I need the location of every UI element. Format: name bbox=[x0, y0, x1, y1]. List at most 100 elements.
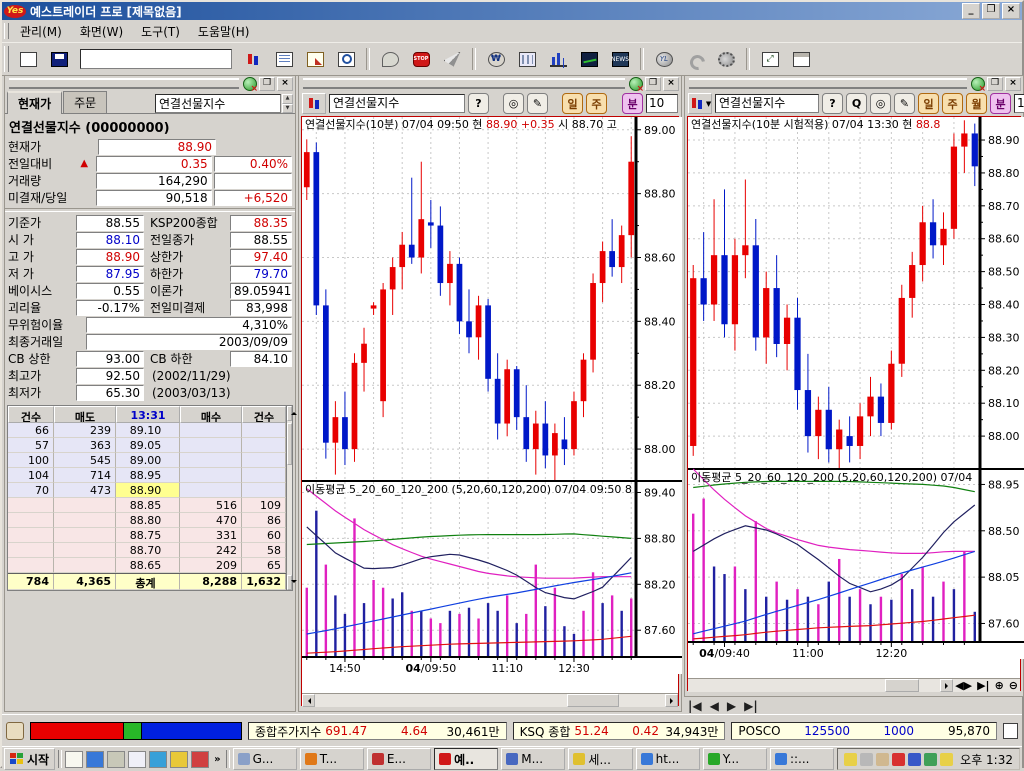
menu-item-1[interactable]: 화면(W) bbox=[72, 21, 131, 42]
scroll-thumb[interactable] bbox=[567, 694, 619, 707]
crosshair-button[interactable]: ◎ bbox=[870, 93, 891, 114]
help-button[interactable]: ? bbox=[468, 93, 489, 114]
task-button-0[interactable]: G... bbox=[233, 748, 297, 770]
new-file-button[interactable] bbox=[14, 46, 42, 72]
messenger-ghost-icon[interactable] bbox=[128, 751, 146, 768]
send-plane-button[interactable] bbox=[438, 46, 466, 72]
link-ball-icon[interactable] bbox=[971, 77, 985, 91]
stop-button[interactable]: STOP bbox=[407, 46, 435, 72]
line-chart-button[interactable] bbox=[575, 46, 603, 72]
orderbook-sell-row[interactable]: 7047388.90 bbox=[8, 483, 286, 498]
task-button-3[interactable]: 예.. bbox=[434, 748, 498, 770]
page-nav-arrows[interactable]: |◀ ◀ ▶ ▶| bbox=[688, 699, 758, 713]
zoom-in-icon[interactable]: ⊕ bbox=[995, 679, 1004, 692]
monthly-button[interactable]: 월 bbox=[966, 93, 987, 114]
task-button-1[interactable]: T... bbox=[300, 748, 364, 770]
task-button-5[interactable]: 세... bbox=[568, 748, 632, 770]
zoom-out-icon[interactable]: ⊖ bbox=[1009, 679, 1018, 692]
wrench-button[interactable] bbox=[681, 46, 709, 72]
chart1-symbol-input[interactable]: 연결선물지수 bbox=[329, 94, 465, 113]
chat-button[interactable] bbox=[376, 46, 404, 72]
chart1-hscrollbar[interactable] bbox=[302, 693, 678, 707]
scroll-up-icon[interactable] bbox=[287, 406, 292, 421]
orderbook-sell-row[interactable]: 6623989.10 bbox=[8, 423, 286, 438]
minimize-button[interactable]: _ bbox=[962, 3, 980, 19]
paired-arrows-icon[interactable]: ◀▶ bbox=[955, 679, 972, 692]
close-button[interactable]: × bbox=[1002, 3, 1020, 19]
end-arrow-icon[interactable]: ▶| bbox=[977, 679, 989, 692]
page-arrow-icon[interactable]: ▶ bbox=[727, 699, 736, 713]
panel-grip[interactable] bbox=[689, 78, 967, 89]
panel-grip[interactable] bbox=[303, 78, 625, 89]
page-arrow-icon[interactable]: ▶| bbox=[744, 699, 758, 713]
daily-button[interactable]: 일 bbox=[918, 93, 939, 114]
scroll-right-icon[interactable] bbox=[940, 679, 953, 692]
candle-type-dropdown-icon[interactable]: ▼ bbox=[688, 93, 712, 114]
draw-button[interactable]: ✎ bbox=[527, 93, 548, 114]
draw-button[interactable]: ✎ bbox=[894, 93, 915, 114]
minute-button[interactable]: 분 bbox=[622, 93, 643, 114]
ie-icon[interactable] bbox=[86, 751, 104, 768]
volume-icon[interactable] bbox=[844, 753, 857, 766]
page-arrow-icon[interactable]: ◀ bbox=[710, 699, 719, 713]
orderbook-sell-row[interactable]: 5736389.05 bbox=[8, 438, 286, 453]
candle-chart-button[interactable] bbox=[239, 46, 267, 72]
orderbook-sell-row[interactable]: 10054589.00 bbox=[8, 453, 286, 468]
page-arrow-icon[interactable]: |◀ bbox=[688, 699, 702, 713]
chart2-symbol-input[interactable]: 연결선물지수 bbox=[715, 94, 819, 113]
calculator-button[interactable] bbox=[513, 46, 541, 72]
panel-restore-icon[interactable]: ❒ bbox=[259, 77, 275, 91]
won-currency-button[interactable]: ₩ bbox=[482, 46, 510, 72]
character-icon[interactable] bbox=[170, 751, 188, 768]
globe-icon[interactable] bbox=[149, 751, 167, 768]
orderbook-buy-row[interactable]: 88.7533160 bbox=[8, 528, 286, 543]
chart2-svg[interactable]: 88.9088.8088.7088.6088.5088.4088.3088.20… bbox=[688, 117, 1024, 675]
panel-close-icon[interactable]: × bbox=[1005, 77, 1021, 91]
start-button[interactable]: 시작 bbox=[4, 748, 55, 770]
task-button-7[interactable]: Y... bbox=[703, 748, 767, 770]
candle-type-icon[interactable] bbox=[302, 93, 326, 114]
symbol-spinner[interactable]: ▲▼ bbox=[282, 94, 293, 113]
panel-close-icon[interactable]: × bbox=[663, 77, 679, 91]
memo-icon[interactable] bbox=[1003, 723, 1018, 739]
orderbook-buy-row[interactable]: 88.6520965 bbox=[8, 558, 286, 573]
chart2-canvas[interactable]: 88.9088.8088.7088.6088.5088.4088.3088.20… bbox=[687, 116, 1021, 691]
task-button-4[interactable]: M... bbox=[501, 748, 565, 770]
users-icon[interactable] bbox=[924, 753, 937, 766]
bar-graph-button[interactable] bbox=[544, 46, 572, 72]
account-list-button[interactable] bbox=[270, 46, 298, 72]
smiley-icon[interactable] bbox=[940, 753, 953, 766]
chart2-hscrollbar[interactable]: ◀▶ ▶| ⊕ ⊖ bbox=[688, 678, 1020, 692]
orderbook-sell-row[interactable]: 10471488.95 bbox=[8, 468, 286, 483]
wallet-icon[interactable] bbox=[876, 753, 889, 766]
graphics-icon[interactable] bbox=[908, 753, 921, 766]
explorer-icon[interactable] bbox=[107, 751, 125, 768]
stock-search-button[interactable] bbox=[332, 46, 360, 72]
daily-button[interactable]: 일 bbox=[562, 93, 583, 114]
help-button[interactable]: ? bbox=[822, 93, 843, 114]
panel-restore-icon[interactable]: ❒ bbox=[645, 77, 661, 91]
task-button-2[interactable]: E... bbox=[367, 748, 431, 770]
order-send-button[interactable] bbox=[301, 46, 329, 72]
minute-button[interactable]: 분 bbox=[990, 93, 1011, 114]
orderbook-buy-row[interactable]: 88.7024258 bbox=[8, 543, 286, 558]
cyber-trade-button[interactable]: YL bbox=[650, 46, 678, 72]
media-icon[interactable] bbox=[191, 751, 209, 768]
font-icon[interactable] bbox=[892, 753, 905, 766]
scroll-thumb[interactable] bbox=[885, 679, 919, 692]
gear-button[interactable] bbox=[712, 46, 740, 72]
orderbook-buy-row[interactable]: 88.8047086 bbox=[8, 513, 286, 528]
news-button[interactable]: NEWS bbox=[606, 46, 634, 72]
orderbook-scrollbar[interactable] bbox=[286, 406, 292, 590]
crosshair-button[interactable]: ◎ bbox=[503, 93, 524, 114]
panel-close-icon[interactable]: × bbox=[277, 77, 293, 91]
chart1-svg[interactable]: 89.0088.8088.6088.4088.2088.0089.4088.80… bbox=[302, 117, 682, 690]
panel-grip[interactable] bbox=[9, 78, 239, 89]
link-ball-icon[interactable] bbox=[629, 77, 643, 91]
quote-symbol-input[interactable]: 연결선물지수 bbox=[155, 94, 281, 113]
alert-hand-icon[interactable] bbox=[6, 722, 24, 740]
scroll-right-icon[interactable] bbox=[665, 694, 678, 707]
quick-launch-chevron-icon[interactable]: » bbox=[212, 754, 222, 765]
orderbook-buy-row[interactable]: 88.85516109 bbox=[8, 498, 286, 513]
weekly-button[interactable]: 주 bbox=[586, 93, 607, 114]
